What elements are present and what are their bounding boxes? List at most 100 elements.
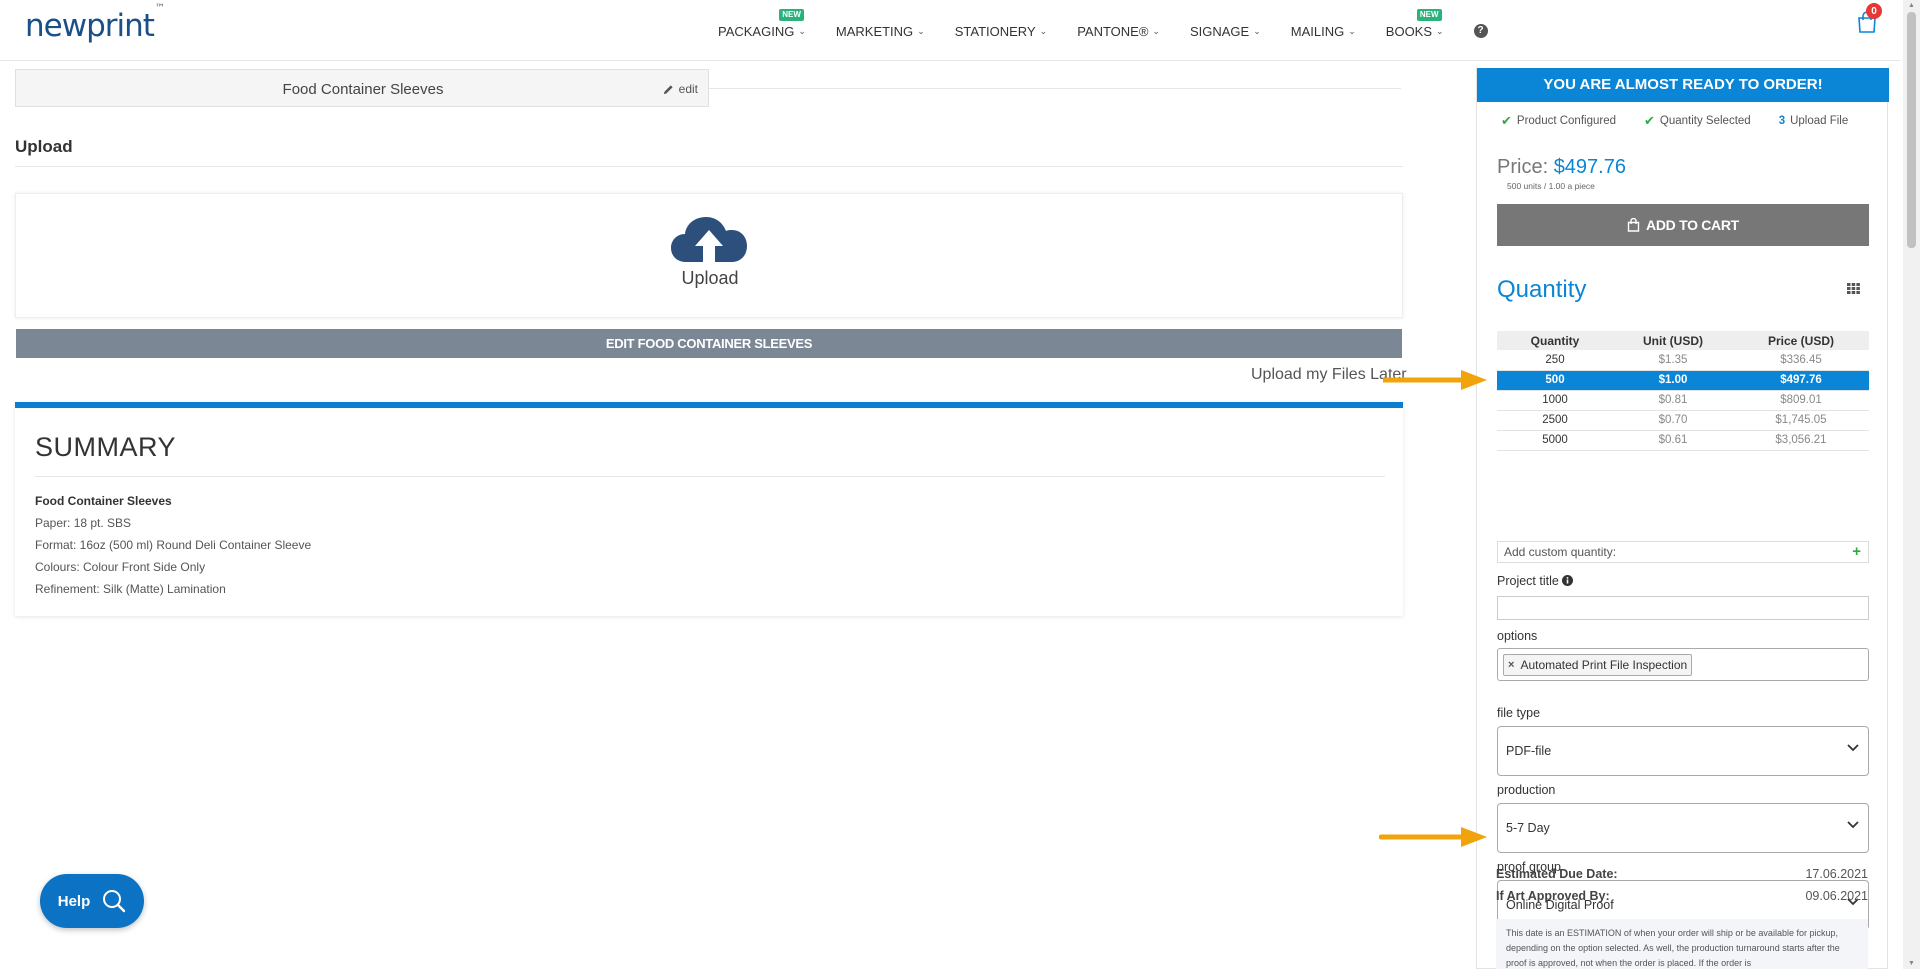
grid-view-icon[interactable] (1847, 283, 1860, 294)
project-title-label: Project title (1497, 574, 1574, 588)
arrow-annotation-icon (1383, 370, 1487, 390)
check-icon: ✔ (1501, 113, 1512, 128)
nav-label: SIGNAGE (1189, 24, 1250, 39)
nav-label: BOOKS (1385, 24, 1433, 39)
file-type-label: file type (1497, 706, 1541, 720)
quantity-row[interactable]: 2500 $0.70 $1,745.05 (1497, 410, 1869, 431)
nav-marketing[interactable]: MARKETING ⌄ (836, 22, 925, 39)
column-header: Quantity (1497, 331, 1613, 350)
pencil-icon (663, 84, 673, 94)
trademark-mark: ™ (154, 2, 165, 14)
table-cell: $1.00 (1613, 370, 1733, 391)
summary-line: Paper: 18 pt. SBS (35, 516, 132, 530)
add-to-cart-label: ADD TO CART (1646, 217, 1739, 233)
summary-details: Food Container Sleeves Paper: 18 pt. SBS… (35, 490, 311, 600)
chevron-down-icon: ⌄ (1039, 26, 1048, 36)
project-title-input[interactable] (1497, 596, 1869, 620)
scroll-up-icon[interactable]: ▲ (1908, 2, 1915, 9)
main-nav: NEW PACKAGING ⌄ MARKETING ⌄ STATIONERY ⌄ PA… (718, 0, 1488, 61)
due-date-note: This date is an ESTIMATION of when your … (1496, 919, 1868, 969)
chevron-down-icon: ⌄ (1436, 26, 1444, 36)
quantity-heading: Quantity (1497, 276, 1587, 303)
quantity-row[interactable]: 5000 $0.61 $3,056.21 (1497, 430, 1869, 451)
scroll-down-icon[interactable]: ▼ (1908, 960, 1915, 967)
due-value: 17.06.2021 (1805, 867, 1868, 881)
due-label: Estimated Due Date: (1496, 867, 1618, 881)
order-steps: ✔ Product Configured ✔ Quantity Selected… (1501, 113, 1881, 129)
step-label: Product Configured (1516, 115, 1616, 127)
table-cell: $1,745.05 (1733, 410, 1869, 431)
production-select[interactable]: 5-7 Day (1497, 803, 1869, 853)
price-value: $497.76 (1553, 156, 1626, 178)
step-quantity-selected: ✔ Quantity Selected (1644, 113, 1751, 129)
summary-line: Colours: Colour Front Side Only (35, 560, 206, 574)
quantity-row-selected[interactable]: 500 $1.00 $497.76 (1497, 370, 1869, 391)
summary-line: Refinement: Silk (Matte) Lamination (35, 582, 226, 596)
logo-text: newprint (25, 8, 155, 44)
upload-dropzone[interactable]: Upload (15, 193, 1403, 318)
nav-packaging[interactable]: NEW PACKAGING ⌄ (718, 9, 806, 39)
custom-quantity-input[interactable]: Add custom quantity: + (1497, 541, 1869, 563)
table-cell: $3,056.21 (1733, 430, 1869, 451)
table-cell: $336.45 (1733, 350, 1869, 371)
product-name: Food Container Sleeves (282, 81, 444, 98)
table-cell: 5000 (1497, 430, 1613, 451)
edit-product-button[interactable]: EDIT FOOD CONTAINER SLEEVES (16, 329, 1402, 358)
estimated-due-date: Estimated Due Date: 17.06.2021 (1496, 867, 1868, 881)
cart-count-badge: 0 (1866, 3, 1882, 19)
price-per-unit: 500 units / 1.00 a piece (1507, 181, 1595, 191)
nav-label: MAILING (1290, 24, 1345, 39)
product-name-bar: Food Container Sleeves edit (15, 69, 709, 107)
summary-line: Format: 16oz (500 ml) Round Deli Contain… (35, 538, 312, 552)
summary-title: SUMMARY (35, 432, 177, 462)
art-approved-by: If Art Approved By: 09.06.2021 (1496, 889, 1868, 903)
remove-tag-icon[interactable]: × (1508, 659, 1514, 671)
plus-icon[interactable]: + (1852, 542, 1861, 562)
quantity-price-table: Quantity Unit (USD) Price (USD) 250 $1.3… (1497, 331, 1869, 451)
table-cell: $497.76 (1733, 370, 1869, 391)
scrollbar-thumb[interactable] (1907, 12, 1916, 248)
nav-stationery[interactable]: STATIONERY ⌄ (955, 22, 1047, 39)
quantity-row[interactable]: 250 $1.35 $336.45 (1497, 350, 1869, 371)
table-header-row: Quantity Unit (USD) Price (USD) (1497, 331, 1869, 350)
approved-value: 09.06.2021 (1805, 889, 1868, 903)
chevron-down-icon (1847, 821, 1859, 829)
help-chat-button[interactable]: Help (40, 874, 144, 928)
quantity-row[interactable]: 1000 $0.81 $809.01 (1497, 390, 1869, 411)
table-cell: 1000 (1497, 390, 1613, 411)
step-upload-file: 3 Upload File (1779, 113, 1849, 129)
newprint-logo[interactable]: newprint™ (25, 3, 165, 44)
divider (35, 476, 1385, 477)
file-type-select[interactable]: PDF-file (1497, 726, 1869, 776)
page-scrollbar[interactable]: ▲ ▼ (1903, 0, 1920, 969)
help-circle-icon[interactable]: ? (1473, 23, 1488, 38)
cloud-upload-icon (671, 217, 747, 262)
shopping-bag-icon (1627, 218, 1640, 232)
info-icon[interactable] (1562, 575, 1574, 586)
options-multiselect[interactable]: × Automated Print File Inspection (1497, 648, 1869, 681)
chevron-down-icon: ⌄ (798, 26, 806, 36)
new-badge: NEW (1416, 9, 1442, 21)
divider (709, 88, 1401, 89)
nav-pantone[interactable]: PANTONE® ⌄ (1077, 22, 1160, 39)
edit-label: edit (678, 82, 698, 96)
label-text: Project title (1497, 574, 1559, 588)
step-product-configured: ✔ Product Configured (1501, 113, 1616, 129)
table-cell: 500 (1497, 370, 1613, 391)
nav-mailing[interactable]: MAILING ⌄ (1291, 22, 1356, 39)
nav-label: PACKAGING (718, 24, 795, 39)
column-header: Unit (USD) (1613, 331, 1733, 350)
nav-books[interactable]: NEW BOOKS ⌄ (1385, 9, 1444, 39)
chevron-down-icon: ⌄ (1152, 26, 1160, 36)
divider (15, 166, 1403, 167)
upload-heading: Upload (15, 137, 73, 156)
table-cell: $1.35 (1613, 350, 1733, 371)
arrow-annotation-icon (1379, 827, 1487, 847)
select-value: 5-7 Day (1506, 821, 1550, 835)
add-to-cart-button[interactable]: ADD TO CART (1497, 204, 1869, 246)
nav-signage[interactable]: SIGNAGE ⌄ (1190, 22, 1261, 39)
order-sidebar: YOU ARE ALMOST READY TO ORDER! ✔ Product… (1476, 68, 1889, 969)
top-header: newprint™ NEW PACKAGING ⌄ MARKETING ⌄ STAT… (0, 0, 1900, 61)
edit-product-link[interactable]: edit (663, 82, 698, 96)
summary-panel: SUMMARY Food Container Sleeves Paper: 18… (15, 402, 1403, 616)
